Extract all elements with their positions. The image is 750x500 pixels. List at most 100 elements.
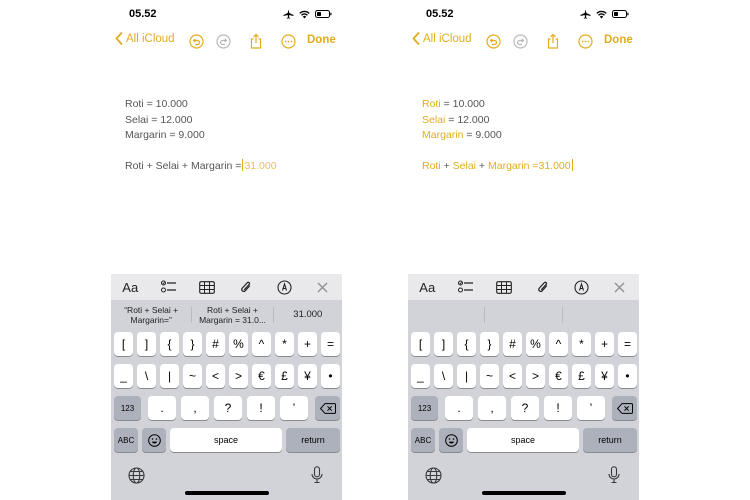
- checklist-button[interactable]: [150, 274, 189, 300]
- key[interactable]: ?: [214, 396, 242, 420]
- markup-button[interactable]: [562, 274, 601, 300]
- abc-key[interactable]: ABC: [114, 428, 138, 452]
- numbers-toggle-key[interactable]: 123: [114, 396, 141, 420]
- key[interactable]: \: [137, 364, 156, 388]
- attachment-button[interactable]: [524, 274, 563, 300]
- key[interactable]: =: [321, 332, 340, 356]
- key[interactable]: ^: [252, 332, 271, 356]
- globe-button[interactable]: [423, 465, 443, 485]
- key[interactable]: ^: [549, 332, 568, 356]
- key[interactable]: |: [160, 364, 179, 388]
- key[interactable]: •: [321, 364, 340, 388]
- key[interactable]: #: [503, 332, 522, 356]
- checklist-button[interactable]: [447, 274, 486, 300]
- key[interactable]: ¥: [595, 364, 614, 388]
- globe-button[interactable]: [126, 465, 146, 485]
- close-toolbar-button[interactable]: [601, 274, 640, 300]
- back-button[interactable]: All iCloud: [412, 32, 472, 45]
- attachment-button[interactable]: [227, 274, 266, 300]
- key[interactable]: [: [114, 332, 133, 356]
- back-button[interactable]: All iCloud: [115, 32, 175, 45]
- emoji-key[interactable]: [439, 428, 463, 452]
- share-button[interactable]: [246, 31, 266, 51]
- key[interactable]: {: [457, 332, 476, 356]
- close-icon: [317, 282, 328, 292]
- note-body[interactable]: Roti = 10.000 Selai = 12.000 Margarin = …: [125, 97, 330, 175]
- delete-key[interactable]: [612, 396, 637, 420]
- key[interactable]: ~: [480, 364, 499, 388]
- format-button[interactable]: Aa: [408, 274, 447, 300]
- suggestion-item[interactable]: Roti + Selai + Margarin = 31.0...: [192, 301, 272, 329]
- key[interactable]: +: [298, 332, 317, 356]
- key[interactable]: !: [544, 396, 572, 420]
- key[interactable]: }: [480, 332, 499, 356]
- key[interactable]: [: [411, 332, 430, 356]
- key[interactable]: ’: [577, 396, 605, 420]
- key[interactable]: _: [114, 364, 133, 388]
- undo-button[interactable]: [186, 31, 206, 51]
- key[interactable]: %: [229, 332, 248, 356]
- numbers-toggle-key[interactable]: 123: [411, 396, 438, 420]
- key[interactable]: <: [503, 364, 522, 388]
- return-key[interactable]: return: [286, 428, 340, 452]
- key[interactable]: ,: [181, 396, 209, 420]
- mic-button[interactable]: [307, 465, 327, 485]
- emoji-key[interactable]: [142, 428, 166, 452]
- done-button[interactable]: Done: [307, 34, 336, 46]
- close-toolbar-button[interactable]: [304, 274, 343, 300]
- key[interactable]: ]: [137, 332, 156, 356]
- key[interactable]: •: [618, 364, 637, 388]
- table-button[interactable]: [485, 274, 524, 300]
- key[interactable]: ¥: [298, 364, 317, 388]
- key[interactable]: ,: [478, 396, 506, 420]
- key[interactable]: ~: [183, 364, 202, 388]
- key[interactable]: >: [526, 364, 545, 388]
- key[interactable]: €: [252, 364, 271, 388]
- done-button[interactable]: Done: [604, 34, 633, 46]
- key[interactable]: *: [572, 332, 591, 356]
- format-button[interactable]: Aa: [111, 274, 150, 300]
- delete-key[interactable]: [315, 396, 340, 420]
- key[interactable]: }: [183, 332, 202, 356]
- mic-button[interactable]: [604, 465, 624, 485]
- globe-icon: [127, 466, 145, 484]
- key[interactable]: >: [229, 364, 248, 388]
- key[interactable]: =: [618, 332, 637, 356]
- key[interactable]: £: [572, 364, 591, 388]
- key[interactable]: #: [206, 332, 225, 356]
- redo-button[interactable]: [213, 31, 233, 51]
- more-button[interactable]: [575, 31, 595, 51]
- suggestion-item[interactable]: “Roti + Selai + Margarin=”: [111, 301, 191, 329]
- key[interactable]: €: [549, 364, 568, 388]
- markup-button[interactable]: [265, 274, 304, 300]
- key[interactable]: .: [445, 396, 473, 420]
- key[interactable]: !: [247, 396, 275, 420]
- suggestion-item[interactable]: 31.000: [274, 301, 342, 329]
- key[interactable]: ?: [511, 396, 539, 420]
- key[interactable]: \: [434, 364, 453, 388]
- key[interactable]: £: [275, 364, 294, 388]
- space-key[interactable]: space: [467, 428, 579, 452]
- key[interactable]: .: [148, 396, 176, 420]
- key[interactable]: *: [275, 332, 294, 356]
- table-button[interactable]: [188, 274, 227, 300]
- more-button[interactable]: [278, 31, 298, 51]
- return-key[interactable]: return: [583, 428, 637, 452]
- share-button[interactable]: [543, 31, 563, 51]
- math-result-suggestion[interactable]: 31.000: [244, 160, 276, 172]
- key[interactable]: |: [457, 364, 476, 388]
- undo-button[interactable]: [483, 31, 503, 51]
- key[interactable]: +: [595, 332, 614, 356]
- space-key[interactable]: space: [170, 428, 282, 452]
- key[interactable]: ’: [280, 396, 308, 420]
- note-line: Margarin = 9.000: [125, 129, 205, 141]
- key[interactable]: {: [160, 332, 179, 356]
- key[interactable]: <: [206, 364, 225, 388]
- key[interactable]: ]: [434, 332, 453, 356]
- markup-icon: [277, 279, 292, 295]
- redo-button[interactable]: [510, 31, 530, 51]
- abc-key[interactable]: ABC: [411, 428, 435, 452]
- key[interactable]: _: [411, 364, 430, 388]
- note-body[interactable]: Roti = 10.000 Selai = 12.000 Margarin = …: [422, 97, 627, 175]
- key[interactable]: %: [526, 332, 545, 356]
